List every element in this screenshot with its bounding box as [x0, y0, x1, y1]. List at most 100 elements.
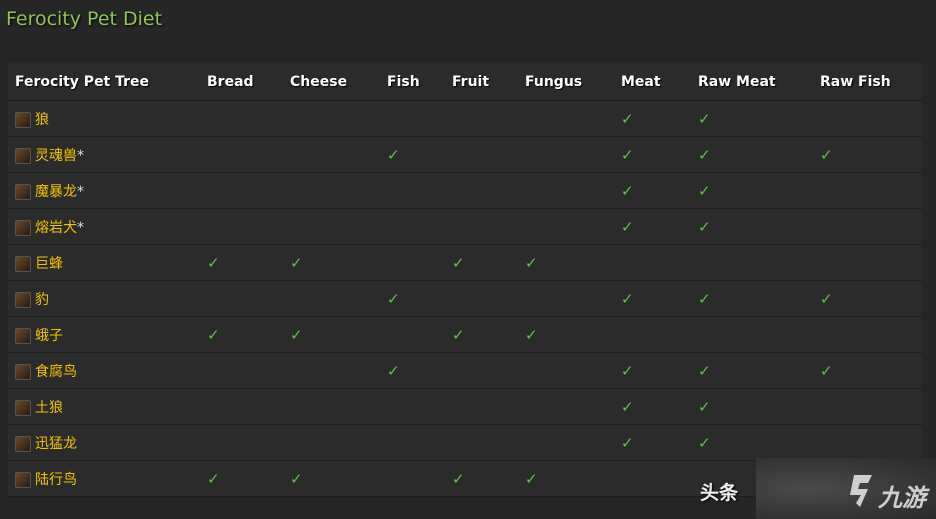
check-icon: ✓ [698, 434, 711, 452]
diet-cell [445, 136, 518, 173]
diet-cell [445, 388, 518, 425]
table-row: 土狼 ✓ ✓ [8, 388, 922, 425]
diet-cell: ✓ [614, 388, 691, 425]
diet-cell [445, 424, 518, 461]
check-icon: ✓ [387, 362, 400, 380]
diet-cell: ✓ [813, 280, 922, 317]
diet-cell [200, 100, 283, 137]
check-icon: ✓ [525, 470, 538, 488]
diet-cell [518, 424, 614, 461]
check-icon: ✓ [820, 146, 833, 164]
diet-cell [691, 316, 813, 353]
check-icon: ✓ [698, 146, 711, 164]
pet-name[interactable]: 蛾子 [35, 328, 63, 344]
pet-name-cell: 魔暴龙* [8, 172, 200, 209]
star-marker: * [77, 219, 84, 236]
diet-cell [200, 136, 283, 173]
pet-icon [15, 255, 31, 272]
pet-icon [15, 111, 31, 128]
page-title: Ferocity Pet Diet [6, 8, 163, 30]
diet-cell [380, 208, 445, 245]
check-icon: ✓ [290, 470, 303, 488]
diet-cell [445, 172, 518, 209]
check-icon: ✓ [452, 470, 465, 488]
check-icon: ✓ [621, 146, 634, 164]
diet-cell [380, 316, 445, 353]
pet-name[interactable]: 狼 [35, 112, 49, 128]
check-icon: ✓ [621, 398, 634, 416]
diet-cell [445, 208, 518, 245]
diet-cell [518, 100, 614, 137]
table-row: 蛾子 ✓ ✓ ✓ ✓ [8, 316, 922, 353]
check-icon: ✓ [525, 326, 538, 344]
pet-name[interactable]: 巨蜂 [35, 256, 63, 272]
check-icon: ✓ [387, 146, 400, 164]
pet-name[interactable]: 豹 [35, 292, 49, 308]
diet-cell: ✓ [380, 352, 445, 389]
diet-cell [283, 208, 380, 245]
check-icon: ✓ [621, 434, 634, 452]
diet-cell: ✓ [614, 280, 691, 317]
diet-cell [518, 208, 614, 245]
column-header: Bread [200, 63, 283, 101]
diet-cell [813, 244, 922, 281]
column-header: Meat [614, 63, 691, 101]
column-header: Cheese [283, 63, 380, 101]
diet-cell [283, 100, 380, 137]
pet-name[interactable]: 灵魂兽 [35, 148, 77, 164]
diet-cell [614, 460, 691, 497]
diet-cell: ✓ [691, 352, 813, 389]
star-marker: * [77, 147, 84, 164]
pet-name[interactable]: 陆行鸟 [35, 472, 77, 488]
diet-cell [283, 352, 380, 389]
diet-cell: ✓ [813, 136, 922, 173]
pet-name-cell: 灵魂兽* [8, 136, 200, 173]
check-icon: ✓ [698, 218, 711, 236]
pet-icon [15, 183, 31, 200]
diet-cell [200, 208, 283, 245]
diet-cell [200, 280, 283, 317]
diet-cell [283, 172, 380, 209]
diet-cell [200, 172, 283, 209]
check-icon: ✓ [621, 218, 634, 236]
diet-cell: ✓ [518, 460, 614, 497]
diet-cell: ✓ [691, 172, 813, 209]
pet-icon [15, 291, 31, 308]
pet-name-cell: 豹 [8, 280, 200, 317]
diet-cell [813, 208, 922, 245]
diet-cell: ✓ [445, 460, 518, 497]
pet-name[interactable]: 熔岩犬 [35, 220, 77, 236]
table-row: 食腐鸟 ✓ ✓ ✓ ✓ [8, 352, 922, 389]
pet-icon [15, 219, 31, 236]
pet-icon [15, 147, 31, 164]
pet-name[interactable]: 土狼 [35, 400, 63, 416]
diet-cell [518, 352, 614, 389]
pet-name-cell: 熔岩犬* [8, 208, 200, 245]
diet-cell [813, 424, 922, 461]
diet-cell: ✓ [283, 244, 380, 281]
check-icon: ✓ [621, 182, 634, 200]
diet-cell: ✓ [614, 100, 691, 137]
diet-cell [380, 460, 445, 497]
pet-name[interactable]: 食腐鸟 [35, 364, 77, 380]
diet-cell: ✓ [691, 100, 813, 137]
column-header: Fruit [445, 63, 518, 101]
column-header: Raw Meat [691, 63, 813, 101]
diet-cell: ✓ [691, 424, 813, 461]
diet-cell: ✓ [380, 136, 445, 173]
diet-cell: ✓ [813, 352, 922, 389]
pet-name[interactable]: 迅猛龙 [35, 436, 77, 452]
pet-icon [15, 327, 31, 344]
column-header: Ferocity Pet Tree [8, 63, 200, 101]
check-icon: ✓ [698, 290, 711, 308]
pet-name[interactable]: 魔暴龙 [35, 184, 77, 200]
pet-icon [15, 363, 31, 380]
diet-cell: ✓ [614, 172, 691, 209]
table-header: Ferocity Pet Tree Bread Cheese Fish Fruit Fun… [8, 63, 922, 101]
check-icon: ✓ [698, 182, 711, 200]
diet-cell: ✓ [283, 316, 380, 353]
diet-cell [380, 424, 445, 461]
check-icon: ✓ [621, 110, 634, 128]
diet-cell [614, 244, 691, 281]
diet-cell [200, 424, 283, 461]
